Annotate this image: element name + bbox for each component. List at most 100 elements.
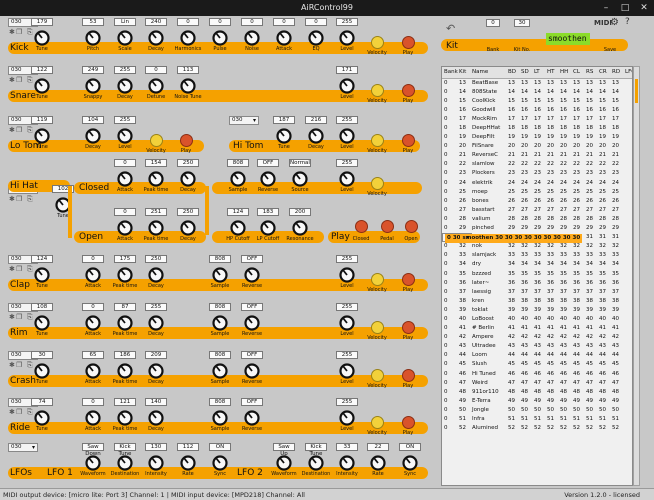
table-row[interactable]: 0 18 DeepHHat 18 18 18 18 18 18 18 18 18 — [442, 123, 632, 132]
ride-5-knob[interactable] — [244, 410, 260, 426]
ride-1-knob[interactable] — [85, 410, 101, 426]
crash-5-knob[interactable] — [244, 363, 260, 379]
lotom-2-knob[interactable] — [117, 128, 133, 144]
table-row[interactable]: 0 47 Weird 47 47 47 47 47 47 47 47 47 — [442, 378, 632, 387]
closed-1-knob[interactable] — [148, 171, 164, 187]
lotom-1-knob[interactable] — [85, 128, 101, 144]
table-row[interactable]: 0 38 kren 38 38 38 38 38 38 38 38 38 — [442, 296, 632, 305]
clap-0-knob[interactable] — [34, 267, 50, 283]
undo-icon[interactable]: ↶ — [446, 22, 455, 35]
hihat-copy-icon[interactable]: ❐ — [16, 195, 22, 203]
clap-paste-icon[interactable]: ⎘ — [27, 265, 33, 274]
lfo2-2-knob[interactable] — [339, 455, 355, 471]
table-row[interactable]: 0 14 808State 14 14 14 14 14 14 14 14 14 — [442, 87, 632, 96]
hh-play-pedal-button[interactable] — [381, 220, 394, 233]
table-row[interactable]: 0 48 911or110 48 48 48 48 48 48 48 48 48 — [442, 387, 632, 396]
col-header[interactable]: Name — [470, 67, 506, 79]
col-header[interactable]: LT — [532, 67, 545, 79]
lfo1-3-knob[interactable] — [180, 455, 196, 471]
kick-1-knob[interactable] — [85, 30, 101, 46]
ride-velocity-button[interactable] — [371, 416, 384, 429]
col-header[interactable]: SD — [519, 67, 532, 79]
hh-play-open-button[interactable] — [405, 220, 418, 233]
table-row[interactable]: 0 20 FilSnare 20 20 20 20 20 20 20 20 20 — [442, 142, 632, 151]
kick-3-knob[interactable] — [148, 30, 164, 46]
crash-6-knob[interactable] — [339, 363, 355, 379]
snare-3-knob[interactable] — [148, 78, 164, 94]
snare-5-knob[interactable] — [339, 78, 355, 94]
col-header[interactable]: CL — [571, 67, 584, 79]
table-row[interactable]: 0 25 moep 25 25 25 25 25 25 25 25 25 — [442, 187, 632, 196]
col-header[interactable]: BD — [506, 67, 519, 79]
snare-2-knob[interactable] — [117, 78, 133, 94]
lfo2-3-knob[interactable] — [370, 455, 386, 471]
table-row[interactable]: 0 16 Goodwill 16 16 16 16 16 16 16 16 16 — [442, 105, 632, 114]
rim-random-icon[interactable]: ✱ — [9, 313, 15, 321]
table-row[interactable]: 0 51 Infra 51 51 51 51 51 51 51 51 51 — [442, 414, 632, 423]
scroll-thumb[interactable] — [635, 79, 638, 103]
lfo-preset-select[interactable]: 030 — [8, 443, 38, 452]
table-row[interactable]: 0 37 laessig 37 37 37 37 37 37 37 37 37 — [442, 287, 632, 296]
lfo1-0-knob[interactable] — [85, 455, 101, 471]
hh-sample-0-knob[interactable] — [230, 171, 246, 187]
kick-0-knob[interactable] — [34, 30, 50, 46]
hitom-velocity-button[interactable] — [371, 134, 384, 147]
snare-copy-icon[interactable]: ❐ — [16, 76, 22, 84]
hihat-random-icon[interactable]: ✱ — [9, 195, 15, 203]
table-row[interactable]: 0 41 # Berlin 41 41 41 41 41 41 41 41 41 — [442, 324, 632, 333]
hh-play-closed-button[interactable] — [355, 220, 368, 233]
snare-velocity-button[interactable] — [371, 84, 384, 97]
clap-5-knob[interactable] — [244, 267, 260, 283]
maximize-icon[interactable]: □ — [615, 1, 635, 15]
table-row[interactable]: 0 13 BeatBase 13 13 13 13 13 13 13 13 13 — [442, 78, 632, 87]
col-header[interactable]: Bank — [442, 67, 458, 79]
clap-velocity-button[interactable] — [371, 273, 384, 286]
rim-play-button[interactable] — [402, 321, 415, 334]
table-row[interactable]: 0 35 bzzzed 35 35 35 35 35 35 35 35 35 — [442, 269, 632, 278]
crash-2-knob[interactable] — [117, 363, 133, 379]
kit-table[interactable]: BankKitNameBDSDLTHTHHCLRSCRRDLFOs 0 13 Bea… — [441, 66, 633, 486]
col-header[interactable]: RD — [610, 67, 623, 79]
rim-2-knob[interactable] — [117, 315, 133, 331]
clap-3-knob[interactable] — [148, 267, 164, 283]
open-2-knob[interactable] — [180, 220, 196, 236]
crash-random-icon[interactable]: ✱ — [9, 361, 15, 369]
lotom-copy-icon[interactable]: ❐ — [16, 126, 22, 134]
kick-paste-icon[interactable]: ⎘ — [27, 28, 33, 37]
kick-play-button[interactable] — [402, 36, 415, 49]
hh-filter-1-knob[interactable] — [260, 220, 276, 236]
col-header[interactable]: RS — [584, 67, 597, 79]
closed-2-knob[interactable] — [180, 171, 196, 187]
table-row[interactable]: 0 17 MockRim 17 17 17 17 17 17 17 17 17 — [442, 114, 632, 123]
hihat-velocity-button[interactable] — [371, 177, 384, 190]
rim-1-knob[interactable] — [85, 315, 101, 331]
rim-paste-icon[interactable]: ⎘ — [27, 313, 33, 322]
table-row[interactable]: 0 15 CoolKick 15 15 15 15 15 15 15 15 15 — [442, 96, 632, 105]
snare-4-knob[interactable] — [180, 78, 196, 94]
hitom-preset-select[interactable]: 030 — [229, 116, 259, 125]
crash-paste-icon[interactable]: ⎘ — [27, 361, 33, 370]
closed-0-knob[interactable] — [117, 171, 133, 187]
snare-random-icon[interactable]: ✱ — [9, 76, 15, 84]
ride-random-icon[interactable]: ✱ — [9, 408, 15, 416]
table-row[interactable]: 0 49 E-Terra 49 49 49 49 49 49 49 49 49 — [442, 396, 632, 405]
ride-paste-icon[interactable]: ⎘ — [27, 408, 33, 417]
rim-6-knob[interactable] — [339, 315, 355, 331]
table-row[interactable]: 0 26 bones 26 26 26 26 26 26 26 26 26 — [442, 196, 632, 205]
table-row[interactable]: 0 23 Plockers 23 23 23 23 23 23 23 23 23 — [442, 169, 632, 178]
minimize-icon[interactable]: – — [596, 1, 616, 15]
ride-4-knob[interactable] — [212, 410, 228, 426]
table-row[interactable]: 0 36 later~ 36 36 36 36 36 36 36 36 36 — [442, 278, 632, 287]
table-row[interactable]: 0 32 nok 32 32 32 32 32 32 32 32 32 — [442, 242, 632, 251]
close-icon[interactable]: ✕ — [634, 1, 654, 15]
help-icon[interactable]: ? — [625, 17, 630, 27]
ride-3-knob[interactable] — [148, 410, 164, 426]
table-row[interactable]: 0 42 Ampere 42 42 42 42 42 42 42 42 42 — [442, 333, 632, 342]
clap-random-icon[interactable]: ✱ — [9, 265, 15, 273]
kick-6-knob[interactable] — [244, 30, 260, 46]
table-row[interactable]: 0 30 smoothen 30 30 30 30 30 30 30 30 30 — [442, 232, 583, 243]
kick-8-knob[interactable] — [308, 30, 324, 46]
kick-9-knob[interactable] — [339, 30, 355, 46]
col-header[interactable]: Kit — [457, 67, 470, 79]
open-1-knob[interactable] — [148, 220, 164, 236]
